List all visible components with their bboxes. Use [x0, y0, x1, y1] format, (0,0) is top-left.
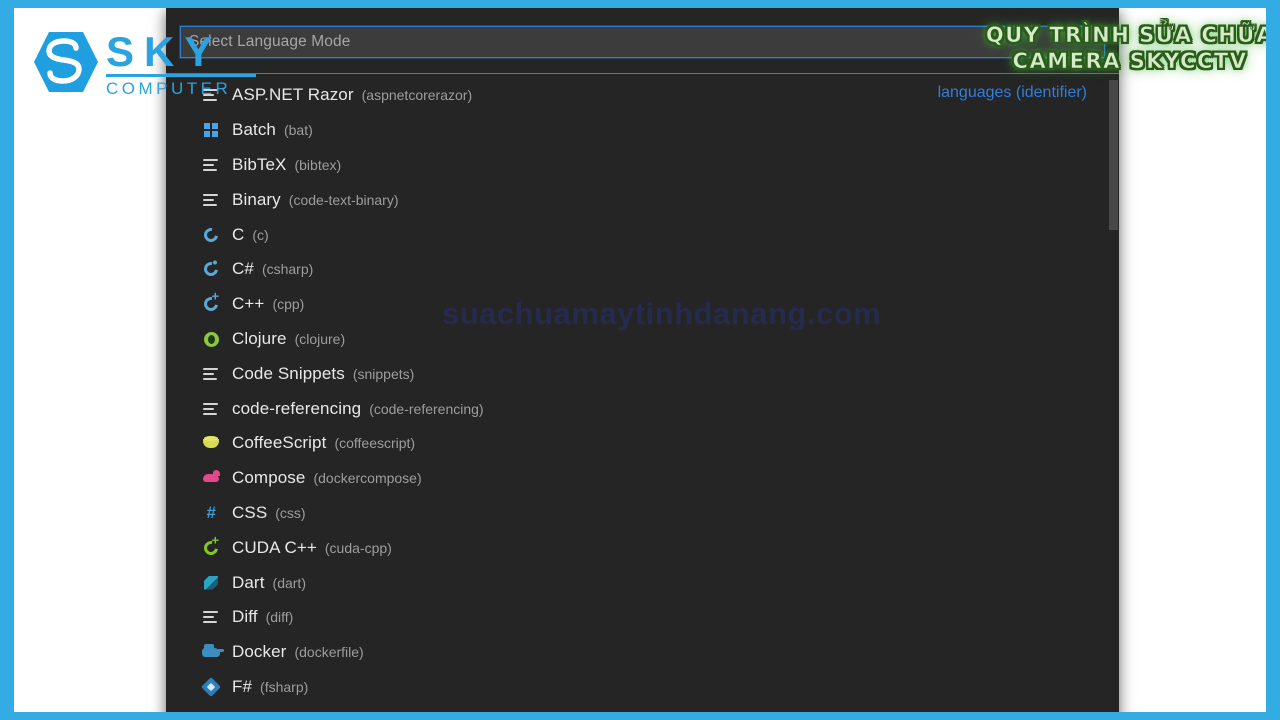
cpp-ring-icon — [201, 294, 221, 314]
language-list-item[interactable]: Docker (dockerfile) — [166, 635, 1119, 670]
language-identifier: (cuda-cpp) — [324, 539, 392, 556]
headline-line-1: QUY TRÌNH SỬA CHỮA — [985, 23, 1275, 48]
language-label: Compose — [232, 468, 306, 488]
promo-headline: QUY TRÌNH SỬA CHỮA CAMERA SKYCCTV — [980, 22, 1275, 74]
language-identifier: (aspnetcorerazor) — [361, 87, 473, 104]
logo-sky-text: SKY — [106, 28, 223, 75]
windows-icon — [202, 121, 220, 139]
language-list-item[interactable]: C++ (cpp) — [166, 287, 1119, 322]
language-identifier: (csharp) — [261, 261, 314, 278]
coffee-cup-icon — [202, 434, 220, 452]
logo-wordmark: SKY COMPUTER — [106, 28, 266, 100]
sky-hexagon-s-icon — [32, 30, 100, 94]
c-ring-icon — [201, 224, 221, 245]
lines-icon — [202, 191, 220, 209]
language-identifier: (code-referencing) — [369, 400, 484, 417]
language-label: Code Snippets — [232, 363, 345, 383]
language-list-item[interactable]: BibTeX (bibtex) — [166, 148, 1119, 183]
language-list-item[interactable]: CUDA C++ (cuda-cpp) — [166, 530, 1119, 565]
language-identifier: (coffeescript) — [334, 435, 416, 452]
language-identifier: (dockercompose) — [313, 470, 422, 487]
language-identifier: (fsharp) — [260, 678, 309, 695]
language-list-item[interactable]: CoffeeScript (coffeescript) — [166, 426, 1119, 461]
language-label: CUDA C++ — [232, 537, 317, 557]
language-label: C — [232, 224, 245, 244]
language-list-item[interactable]: F# (fsharp) — [166, 670, 1119, 705]
docker-whale-icon — [202, 643, 224, 661]
sky-computer-logo: SKY COMPUTER — [32, 22, 262, 102]
photo-frame: Select Language Mode languages (identifi… — [0, 0, 1280, 720]
language-identifier: (code-text-binary) — [288, 191, 399, 208]
language-identifier: (git-commit) — [401, 714, 475, 720]
language-list-item[interactable]: # CSS (css) — [166, 496, 1119, 531]
language-label: CSS — [232, 502, 268, 522]
screenshot-canvas: Select Language Mode languages (identifi… — [14, 8, 1275, 720]
language-identifier: (clojure) — [294, 330, 346, 347]
language-list-item[interactable]: Clojure (clojure) — [166, 322, 1119, 357]
language-list-item[interactable]: C# (csharp) — [166, 252, 1119, 287]
quick-pick-header: Select Language Mode — [166, 8, 1119, 74]
dart-icon — [202, 574, 220, 592]
clojure-icon — [202, 330, 220, 348]
list-scrollbar[interactable] — [1108, 78, 1119, 712]
git-commit-icon — [202, 713, 220, 720]
quick-pick-panel: Select Language Mode languages (identifi… — [166, 8, 1119, 720]
lines-icon — [202, 365, 220, 383]
language-label: Clojure — [232, 328, 287, 348]
csharp-ring-icon — [201, 259, 221, 280]
fsharp-diamond-icon — [201, 677, 221, 697]
language-identifier: (css) — [275, 504, 306, 521]
language-identifier: (cpp) — [272, 296, 305, 313]
scrollbar-thumb[interactable] — [1109, 80, 1118, 230]
language-list-item[interactable]: Batch (bat) — [166, 113, 1119, 148]
language-identifier: (snippets) — [352, 365, 415, 382]
language-label: F# — [232, 676, 253, 696]
language-label: Dart — [232, 572, 265, 592]
lines-icon — [202, 608, 220, 626]
language-search-input[interactable]: Select Language Mode — [179, 25, 1106, 59]
hash-icon: # — [206, 502, 216, 522]
logo-computer-text: COMPUTER — [106, 79, 232, 98]
language-identifier: (dockerfile) — [294, 644, 364, 661]
language-label: Binary — [232, 189, 281, 209]
cuda-ring-icon — [201, 538, 221, 558]
language-label: C# — [232, 259, 254, 279]
lines-icon — [202, 400, 220, 418]
language-label: code-referencing — [232, 398, 362, 418]
language-list-item[interactable]: C (c) — [166, 217, 1119, 252]
language-label: C++ — [232, 294, 265, 314]
language-list-item[interactable]: Dart (dart) — [166, 565, 1119, 600]
language-identifier: (dart) — [272, 574, 306, 591]
language-list-item[interactable]: Git Commit Message (git-commit) — [166, 704, 1119, 720]
compose-whale-icon — [202, 469, 220, 487]
language-list-item[interactable]: Compose (dockercompose) — [166, 461, 1119, 496]
language-label: Diff — [232, 607, 258, 627]
language-identifier: (bibtex) — [294, 156, 342, 173]
language-identifier: (diff) — [265, 609, 294, 626]
language-list[interactable]: ASP.NET Razor (aspnetcorerazor) Batch (bat)… — [166, 78, 1119, 720]
language-label: BibTeX — [232, 154, 287, 174]
language-identifier: (c) — [252, 226, 269, 243]
header-separator — [166, 73, 1119, 74]
language-label: Batch — [232, 120, 276, 140]
language-label: CoffeeScript — [232, 433, 327, 453]
language-list-item[interactable]: Binary (code-text-binary) — [166, 182, 1119, 217]
language-label: Git Commit Message — [232, 712, 393, 713]
headline-line-2: CAMERA SKYCCTV — [1012, 49, 1248, 74]
language-identifier: (bat) — [283, 122, 313, 139]
lines-icon — [202, 156, 220, 174]
language-list-item[interactable]: Diff (diff) — [166, 600, 1119, 635]
language-list-item[interactable]: code-referencing (code-referencing) — [166, 391, 1119, 426]
language-label: Docker — [232, 642, 287, 662]
languages-identifier-hint: languages (identifier) — [937, 84, 1087, 101]
language-list-item[interactable]: Code Snippets (snippets) — [166, 356, 1119, 391]
